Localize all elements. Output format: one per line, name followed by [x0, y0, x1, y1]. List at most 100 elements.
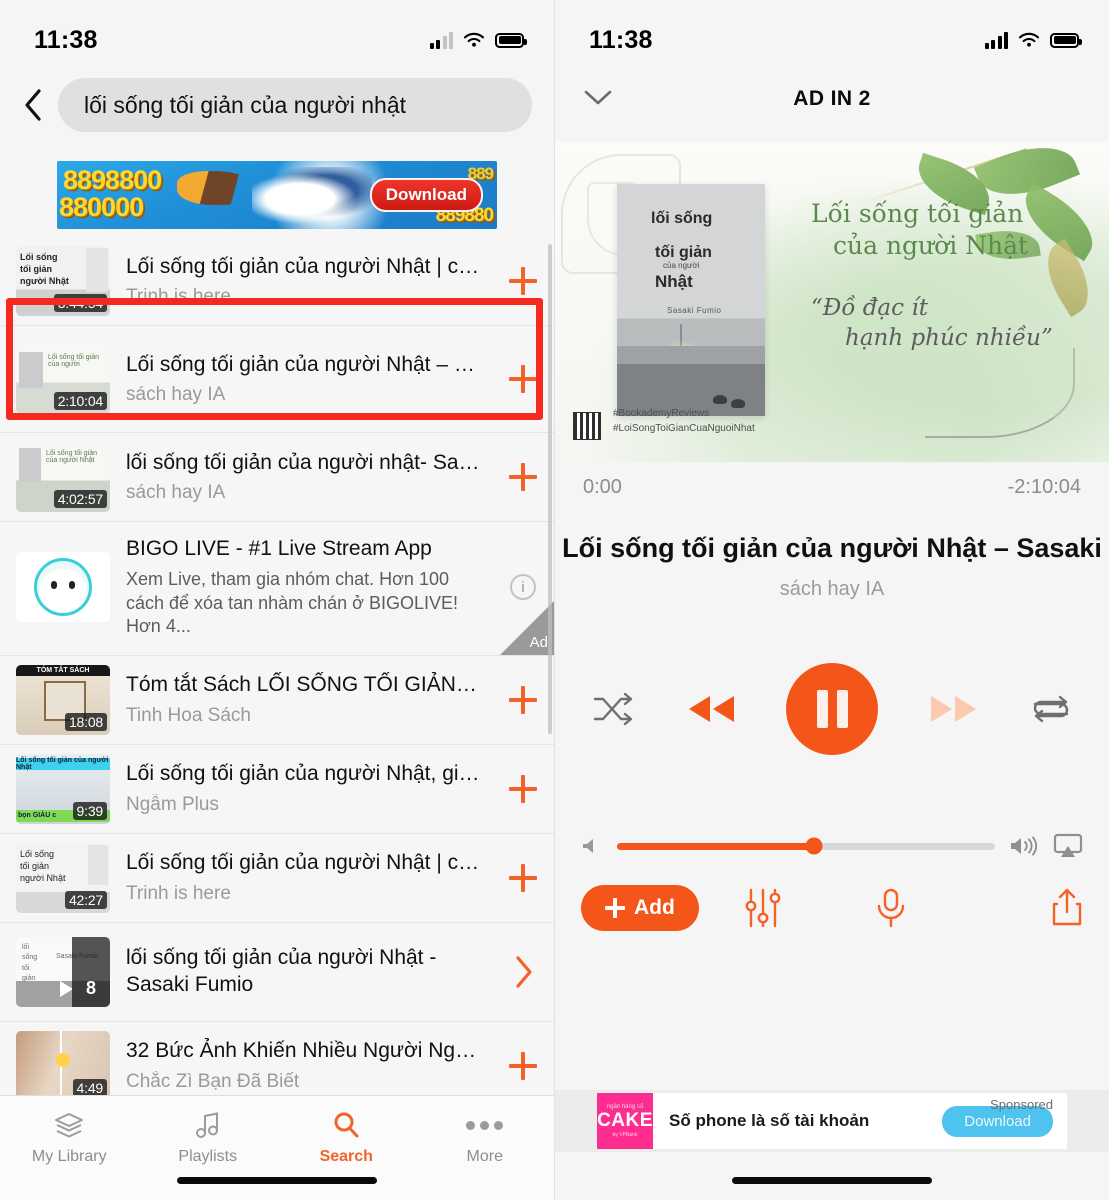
album-artwork[interactable]: lối sống tối giản của người Nhật Sasaki …	[555, 142, 1109, 462]
tab-more[interactable]: More	[416, 1110, 555, 1166]
result-text: Lối sống tối giản của người Nhật – Sas..…	[110, 352, 492, 406]
bottom-banner-ad[interactable]: ngân hàng số CAKE by VPBank Số phone là …	[555, 1090, 1109, 1152]
share-button[interactable]	[955, 886, 1083, 930]
swirl-decoration	[925, 348, 1075, 438]
ad-app-icon	[16, 552, 110, 623]
pause-button[interactable]	[786, 663, 878, 755]
now-playing-channel: sách hay IA	[779, 578, 885, 600]
sponsored-row[interactable]: BIGO LIVE - #1 Live Stream App Xem Live,…	[0, 522, 554, 656]
cellular-signal-icon	[429, 31, 453, 49]
cake-logo-text: CAKE	[597, 1110, 653, 1131]
table-row[interactable]: Lối sống tối giản của người 2:10:04 Lối s…	[0, 326, 554, 433]
result-text: lối sống tối giản của người Nhật - Sasak…	[110, 945, 492, 998]
back-button[interactable]	[16, 85, 50, 125]
artwork-quote-line1: “Đồ đạc ít	[811, 295, 928, 321]
result-text: Lối sống tối giản của người Nhật | chư..…	[110, 850, 492, 904]
cake-brand-logo: ngân hàng số CAKE by VPBank	[597, 1093, 653, 1149]
tab-my-library[interactable]: My Library	[0, 1110, 139, 1166]
result-thumbnail: Lối sống tối giản của người Nhật 4:02:57	[16, 442, 110, 512]
book-cover-author: Sasaki Fumio	[667, 306, 722, 315]
book-cover-line3: của người	[663, 261, 700, 270]
search-input[interactable]: lối sống tối giản của người nhật	[58, 78, 532, 132]
result-channel: Tinh Hoa Sách	[126, 704, 251, 726]
book-cover-line1: lối sống	[651, 210, 713, 227]
plus-icon	[605, 898, 625, 918]
ad-label: Ad	[529, 633, 548, 651]
bottom-tab-bar: My Library Playlists Search More	[0, 1095, 554, 1200]
artwork-headline-line2: của người Nhật	[833, 231, 1029, 260]
tab-search[interactable]: Search	[277, 1110, 416, 1166]
table-row[interactable]: 4:49 32 Bức Ảnh Khiến Nhiều Người Ngạc..…	[0, 1021, 554, 1095]
rewind-button[interactable]	[684, 693, 738, 725]
rewind-icon	[688, 696, 734, 722]
result-channel: Ngẫm Plus	[126, 793, 219, 815]
artwork-headline-line1: Lối sống tối giản	[811, 199, 1024, 228]
top-banner-ad[interactable]: 8898800 880000 889 889880 Download	[0, 152, 554, 237]
scrollbar[interactable]	[548, 244, 552, 734]
ad-download-button[interactable]: Download	[369, 177, 483, 212]
plus-icon	[509, 267, 537, 295]
add-to-playlist-button[interactable]	[492, 267, 554, 295]
chevron-right-icon	[516, 956, 532, 988]
add-to-playlist-button[interactable]	[492, 463, 554, 491]
add-to-playlist-button[interactable]	[492, 774, 554, 803]
battery-icon	[1050, 32, 1082, 48]
result-channel: sách hay IA	[126, 384, 226, 406]
status-bar-left: 11:38	[0, 0, 554, 66]
table-row[interactable]: TÓM TẮT SÁCH 18:08 Tóm tắt Sách LỐI SỐNG…	[0, 655, 554, 745]
home-indicator	[732, 1177, 932, 1184]
plus-icon	[509, 774, 537, 803]
table-row[interactable]: Lối sống tối giản của người Nhật bọn GIÀ…	[0, 744, 554, 834]
right-screen-player: 11:38 AD IN 2 lối sống tối giản của ngườ…	[555, 0, 1109, 1200]
airplay-icon[interactable]	[1053, 833, 1083, 859]
volume-high-icon[interactable]	[1009, 834, 1039, 858]
plus-icon	[509, 365, 537, 393]
book-cover-line2: tối giản	[655, 244, 712, 261]
tab-label: Search	[319, 1148, 373, 1165]
duration-badge: 4:49	[72, 1078, 107, 1095]
duration-badge: 18:08	[64, 712, 107, 731]
share-icon	[1052, 888, 1082, 926]
table-row[interactable]: Lối sống tối giản người Nhật 42:27 Lối sốn…	[0, 833, 554, 923]
result-text: 32 Bức Ảnh Khiến Nhiều Người Ngạc... Chắ…	[110, 1038, 492, 1092]
ad-description: Xem Live, tham gia nhóm chat. Hơn 100 cá…	[126, 569, 458, 637]
playlist-row[interactable]: lốisốngtốigiản Sasaki Fumio 8 lối sống t…	[0, 922, 554, 1022]
plus-icon	[509, 1051, 537, 1080]
microphone-icon	[877, 888, 905, 928]
status-indicators	[984, 31, 1082, 49]
pause-icon-bar	[836, 690, 848, 728]
add-to-playlist-button[interactable]	[492, 365, 554, 393]
table-row[interactable]: Lối sống tối giản của người Nhật 4:02:57 …	[0, 433, 554, 522]
microphone-button[interactable]	[827, 886, 955, 930]
table-row[interactable]: Lối sống tối giản người Nhật 3:44:54 Lối s…	[0, 237, 554, 326]
ad-coin-text-bottom: 880000	[59, 191, 144, 222]
volume-control[interactable]	[555, 755, 1109, 859]
add-to-playlist-button[interactable]	[492, 685, 554, 714]
shuffle-button[interactable]	[591, 692, 635, 726]
volume-slider-knob[interactable]	[805, 837, 823, 855]
battery-icon	[495, 32, 527, 48]
add-to-playlist-button[interactable]	[492, 1051, 554, 1080]
search-icon	[332, 1110, 360, 1140]
fast-forward-button[interactable]	[927, 693, 981, 725]
ad-info-button[interactable]: i	[492, 574, 554, 601]
tab-playlists[interactable]: Playlists	[139, 1110, 278, 1166]
add-to-playlist-button[interactable]	[492, 863, 554, 892]
bottom-ad-card[interactable]: ngân hàng số CAKE by VPBank Số phone là …	[597, 1093, 1067, 1149]
equalizer-button[interactable]	[699, 886, 827, 930]
artwork-headline: Lối sống tối giản của người Nhật	[811, 198, 1089, 262]
result-thumbnail: 4:49	[16, 1030, 110, 1095]
playlist-count-badge: 8	[72, 936, 110, 1007]
search-results-list[interactable]: 8898800 880000 889 889880 Download Lối s…	[0, 152, 554, 1095]
plus-icon	[509, 863, 537, 892]
layers-icon	[54, 1110, 84, 1140]
open-playlist-button[interactable]	[492, 955, 554, 989]
artwork-hashtags: #BookademyReviews #LoiSongToiGianCuaNguo…	[613, 407, 755, 436]
result-text: lối sống tối giản của người nhật- Sasa..…	[110, 450, 492, 504]
duration-badge: 2:10:04	[53, 392, 107, 410]
repeat-button[interactable]	[1029, 692, 1073, 726]
volume-slider[interactable]	[617, 837, 995, 855]
add-button[interactable]: Add	[581, 885, 699, 931]
left-screen-search: 11:38 lối sống tối giản của người nhật 8…	[0, 0, 555, 1200]
duration-badge: 9:39	[72, 801, 107, 820]
